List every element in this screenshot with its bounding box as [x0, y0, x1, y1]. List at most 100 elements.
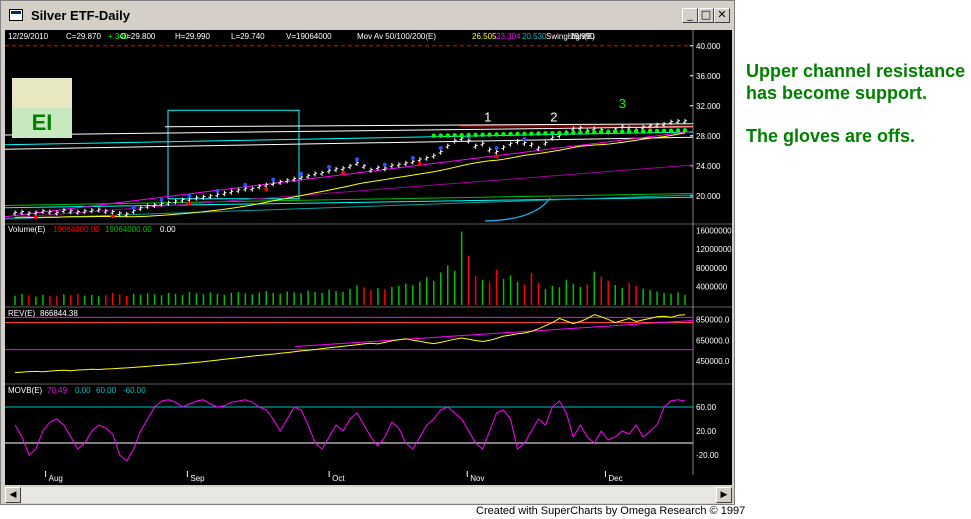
moving-average-50: [14, 132, 686, 218]
movb-readout: -60.00: [123, 386, 146, 395]
header-readout: H=29.990: [175, 32, 210, 41]
volume-title: Volume(E): [8, 225, 46, 234]
volume-tick-label: 8000000: [696, 264, 728, 273]
price-tick-label: 28.000: [696, 132, 721, 141]
header-readout: L=29.740: [231, 32, 265, 41]
rev-line: [14, 314, 686, 374]
scroll-right-button[interactable]: ▶: [716, 487, 732, 503]
volume-readout: 19064000.00: [53, 225, 100, 234]
swing-low-dot: [33, 215, 38, 220]
annotation-text: Upper channel resistance has become supp…: [746, 60, 968, 168]
swing-low-dot: [494, 154, 499, 159]
channel-line: [5, 164, 694, 219]
support-band-dot: [452, 133, 457, 138]
support-band-dot: [515, 131, 520, 137]
support-band-dot: [487, 132, 492, 137]
support-band-dot: [578, 130, 583, 135]
movb-tick-label: 60.00: [696, 403, 717, 412]
price-tick-label: 24.000: [696, 162, 721, 171]
scroll-left-button[interactable]: ◀: [5, 487, 21, 503]
support-band-dot: [431, 133, 436, 138]
swing-high-dot: [215, 188, 220, 193]
swing-low-dot: [341, 170, 346, 175]
swing-high-dot: [299, 171, 304, 176]
x-tick-label: Aug: [49, 474, 63, 483]
support-band-dot: [438, 133, 443, 138]
support-band-dot: [480, 132, 485, 137]
volume-tick-label: 4000000: [696, 282, 728, 291]
header-readout: 26.505: [472, 32, 497, 41]
header-readout: 23.304: [496, 32, 521, 41]
support-band-dot: [550, 131, 555, 136]
support-band-dot: [675, 128, 681, 133]
swing-high-dot: [159, 197, 164, 202]
support-band-dot: [522, 131, 527, 136]
swing-high-dot: [410, 155, 415, 160]
rev-tick-label: 650000.0: [696, 336, 730, 345]
rev-readout: 866844.38: [40, 309, 78, 318]
support-band-dot: [654, 128, 660, 134]
chart-area[interactable]: 12/29/2010 C=29.870 +.340 O=29.800 H=29.990 L…: [5, 30, 732, 485]
window-title: Silver ETF-Daily: [31, 8, 130, 23]
support-band-dot: [571, 130, 576, 135]
support-band-dot: [619, 129, 625, 134]
swing-low-dot: [264, 187, 269, 192]
price-tick-label: 36.000: [696, 72, 721, 81]
support-band-dot: [466, 132, 471, 138]
header-readout: V=19064000: [286, 32, 332, 41]
annotation-line-2: The gloves are offs.: [746, 126, 916, 146]
volume-tick-label: 12000000: [696, 245, 732, 254]
swing-high-dot: [354, 157, 359, 162]
support-band-dot: [668, 128, 674, 133]
swing-high-dot: [382, 162, 387, 167]
support-band-dot: [661, 128, 667, 133]
chart-window: Silver ETF-Daily _ □ ✕ 12/29/2010 C=29.87…: [0, 0, 735, 505]
swing-high-dot: [522, 137, 527, 142]
rev-tick-label: 850000.0: [696, 315, 730, 324]
horizontal-scrollbar[interactable]: ◀ ▶: [5, 487, 732, 503]
wave-label: 3: [619, 96, 626, 111]
logo-text: EI: [12, 108, 72, 138]
chart-window-icon: [9, 9, 23, 21]
support-band-dot: [529, 131, 534, 136]
swing-high-dot: [494, 146, 499, 151]
channel-line: [5, 130, 694, 218]
wave-label: 2: [550, 110, 557, 125]
close-button[interactable]: ✕: [714, 8, 730, 23]
header-readout: O=29.800: [120, 32, 156, 41]
movb-tick-label: 20.00: [696, 427, 717, 436]
swing-low-dot: [187, 201, 192, 206]
price-tick-label: 20.000: [696, 192, 721, 201]
header-readout: 20.530: [522, 32, 547, 41]
header-readout: 12/29/2010: [8, 32, 49, 41]
support-band-dot: [473, 132, 478, 138]
support-band-dot: [494, 132, 499, 137]
x-tick-label: Sep: [190, 474, 205, 483]
support-band-dot: [682, 128, 688, 133]
support-band-dot: [501, 132, 506, 137]
support-band-dot: [606, 129, 611, 135]
x-tick-label: Oct: [332, 474, 345, 483]
title-bar[interactable]: Silver ETF-Daily _ □ ✕: [3, 3, 732, 29]
maximize-button[interactable]: □: [698, 8, 714, 23]
support-band-dot: [592, 130, 597, 135]
annotation-line-1: Upper channel resistance has become supp…: [746, 61, 966, 103]
channel-line: [5, 194, 694, 220]
support-band-dot: [633, 129, 639, 134]
rev-title: REV(E): [8, 309, 35, 318]
header-readout: C=29.870: [66, 32, 101, 41]
chart-canvas[interactable]: 12/29/2010 C=29.870 +.340O=29.800 H=29.990 L…: [5, 30, 732, 485]
volume-tick-label: 16000000: [696, 227, 732, 236]
movb-readout: 0.00: [75, 386, 91, 395]
minimize-button[interactable]: _: [682, 8, 698, 23]
movb-line: [14, 399, 686, 462]
support-band-dot: [647, 128, 653, 134]
support-band-dot: [536, 131, 541, 136]
swing-high-dot: [187, 193, 192, 198]
movb-readout: 70.49: [47, 386, 68, 395]
swing-high-dot: [438, 146, 443, 151]
header-readout: Mov Av 50/100/200(E): [357, 32, 436, 41]
volume-readout: 19064000.00: [105, 225, 152, 234]
price-tick-label: 32.000: [696, 102, 721, 111]
x-tick-label: Nov: [470, 474, 484, 483]
